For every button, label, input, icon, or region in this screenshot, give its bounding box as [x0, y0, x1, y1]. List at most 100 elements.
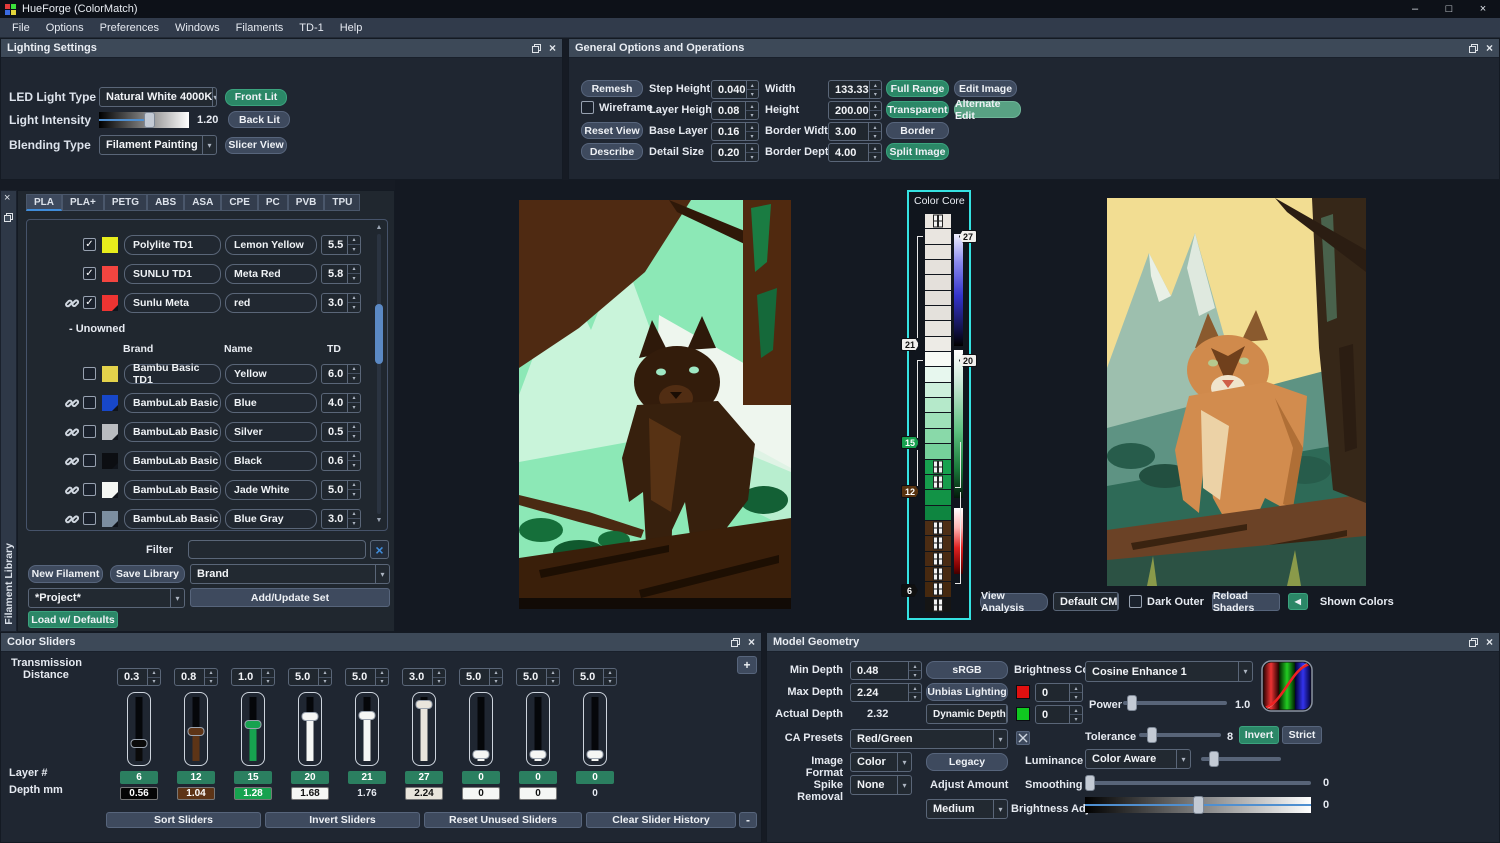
- legacy-button[interactable]: Legacy: [926, 753, 1008, 771]
- filament-brand-field[interactable]: Bambu Basic TD1: [124, 364, 221, 384]
- wireframe-checkbox[interactable]: [581, 101, 594, 114]
- filament-color-swatch[interactable]: [102, 366, 118, 382]
- float-panel-icon[interactable]: [1469, 638, 1478, 647]
- td-input[interactable]: 5.0▴▾: [288, 668, 332, 686]
- filament-list-scrollbar[interactable]: ▲ ▼: [374, 224, 384, 524]
- filament-checkbox[interactable]: [83, 367, 96, 380]
- core-swatch[interactable]: [925, 352, 951, 366]
- tab-cpe[interactable]: CPE: [221, 194, 258, 211]
- filament-td-input[interactable]: 4.0▴▾: [321, 393, 361, 413]
- power-slider[interactable]: [1123, 695, 1227, 711]
- vertical-slider[interactable]: [127, 692, 151, 766]
- filament-name-field[interactable]: red: [225, 293, 317, 313]
- slider-handle[interactable]: [359, 711, 376, 720]
- filament-checkbox[interactable]: [83, 483, 96, 496]
- layer-handle-icon[interactable]: [934, 461, 942, 472]
- cm-select[interactable]: Default CM ▾: [1053, 592, 1119, 611]
- layer-handle-icon[interactable]: [934, 584, 942, 595]
- td-input[interactable]: 3.0▴▾: [402, 668, 446, 686]
- layer-handle-icon[interactable]: [934, 523, 942, 534]
- detail-size-input[interactable]: 0.20▴▾: [711, 143, 759, 162]
- filament-td-input[interactable]: 0.5▴▾: [321, 422, 361, 442]
- describe-button[interactable]: Describe: [581, 143, 643, 160]
- slider-handle[interactable]: [530, 750, 547, 759]
- core-swatch[interactable]: [925, 460, 951, 474]
- filament-color-swatch[interactable]: [102, 453, 118, 469]
- menu-item-preferences[interactable]: Preferences: [92, 18, 167, 38]
- menu-item-windows[interactable]: Windows: [167, 18, 228, 38]
- filament-name-field[interactable]: Blue: [225, 393, 317, 413]
- light-intensity-slider[interactable]: [99, 112, 189, 128]
- link-icon[interactable]: [63, 483, 81, 497]
- float-panel-icon[interactable]: [1469, 44, 1478, 53]
- link-icon[interactable]: [63, 454, 81, 468]
- dark-outer-checkbox[interactable]: [1129, 595, 1142, 608]
- red-comp-swatch[interactable]: [1016, 685, 1030, 699]
- close-button[interactable]: ×: [1466, 0, 1500, 18]
- border-depth-input[interactable]: 4.00▴▾: [828, 143, 882, 162]
- core-swatch[interactable]: [925, 598, 951, 612]
- core-swatch[interactable]: [925, 306, 951, 320]
- td-input[interactable]: 5.0▴▾: [345, 668, 389, 686]
- slider-handle[interactable]: [245, 720, 262, 729]
- layer-handle-icon[interactable]: [934, 553, 942, 564]
- led-light-type-select[interactable]: Natural White 4000K ▾: [99, 87, 217, 107]
- vertical-slider[interactable]: [184, 692, 208, 766]
- smoothing-slider[interactable]: [1085, 775, 1311, 791]
- red-comp-input[interactable]: 0▴▾: [1035, 683, 1083, 702]
- filament-name-field[interactable]: Lemon Yellow: [225, 235, 317, 255]
- filament-td-input[interactable]: 3.0▴▾: [321, 293, 361, 313]
- close-panel-icon[interactable]: ×: [4, 194, 10, 203]
- vertical-slider[interactable]: [298, 692, 322, 766]
- core-swatch[interactable]: [925, 275, 951, 289]
- minimize-button[interactable]: –: [1398, 0, 1432, 18]
- filament-td-input[interactable]: 5.0▴▾: [321, 480, 361, 500]
- load-defaults-button[interactable]: Load w/ Defaults: [28, 611, 118, 628]
- front-lit-button[interactable]: Front Lit: [225, 89, 287, 106]
- min-depth-input[interactable]: 0.48▴▾: [850, 661, 922, 680]
- new-filament-button[interactable]: New Filament: [28, 565, 103, 583]
- add-slider-button[interactable]: +: [737, 656, 757, 674]
- close-panel-icon[interactable]: ×: [549, 44, 556, 53]
- td-input[interactable]: 5.0▴▾: [516, 668, 560, 686]
- tab-pvb[interactable]: PVB: [288, 194, 325, 211]
- slider-handle[interactable]: [473, 750, 490, 759]
- td-input[interactable]: 0.8▴▾: [174, 668, 218, 686]
- core-swatch[interactable]: [925, 429, 951, 443]
- filament-td-input[interactable]: 3.0▴▾: [321, 509, 361, 529]
- filter-clear-button[interactable]: ×: [370, 540, 389, 559]
- filament-brand-field[interactable]: SUNLU TD1: [124, 264, 221, 284]
- view-analysis-button[interactable]: View Analysis: [980, 593, 1048, 611]
- filament-brand-field[interactable]: BambuLab Basic: [124, 451, 221, 471]
- core-swatch[interactable]: [925, 536, 951, 550]
- vertical-slider[interactable]: [412, 692, 436, 766]
- core-swatch[interactable]: [925, 337, 951, 351]
- filter-input[interactable]: [188, 540, 366, 559]
- core-swatch[interactable]: [925, 367, 951, 381]
- filament-color-swatch[interactable]: [102, 424, 118, 440]
- tab-pc[interactable]: PC: [258, 194, 288, 211]
- core-swatch[interactable]: [925, 229, 951, 243]
- layer-handle-icon[interactable]: [934, 538, 942, 549]
- filament-checkbox[interactable]: ✓: [83, 267, 96, 280]
- core-swatch[interactable]: [925, 214, 951, 228]
- float-panel-icon[interactable]: [4, 213, 13, 222]
- filament-name-field[interactable]: Meta Red: [225, 264, 317, 284]
- image-format-select[interactable]: Color ▾: [850, 752, 912, 772]
- close-panel-icon[interactable]: ×: [1486, 638, 1493, 647]
- slider-handle[interactable]: [131, 739, 148, 748]
- filament-checkbox[interactable]: ✓: [83, 238, 96, 251]
- spike-removal-select[interactable]: None ▾: [850, 775, 912, 795]
- core-swatch[interactable]: [925, 490, 951, 504]
- filament-name-field[interactable]: Silver: [225, 422, 317, 442]
- full-range-button[interactable]: Full Range: [886, 80, 949, 97]
- crossed-box-icon[interactable]: [1016, 731, 1030, 745]
- core-swatch[interactable]: [925, 567, 951, 581]
- core-swatch[interactable]: [925, 506, 951, 520]
- filament-color-swatch[interactable]: [102, 482, 118, 498]
- base-layer-input[interactable]: 0.16▴▾: [711, 122, 759, 141]
- filament-brand-field[interactable]: BambuLab Basic: [124, 509, 221, 529]
- core-layer-tag[interactable]: 6: [901, 584, 918, 597]
- td-input[interactable]: 1.0▴▾: [231, 668, 275, 686]
- slider-handle[interactable]: [587, 750, 604, 759]
